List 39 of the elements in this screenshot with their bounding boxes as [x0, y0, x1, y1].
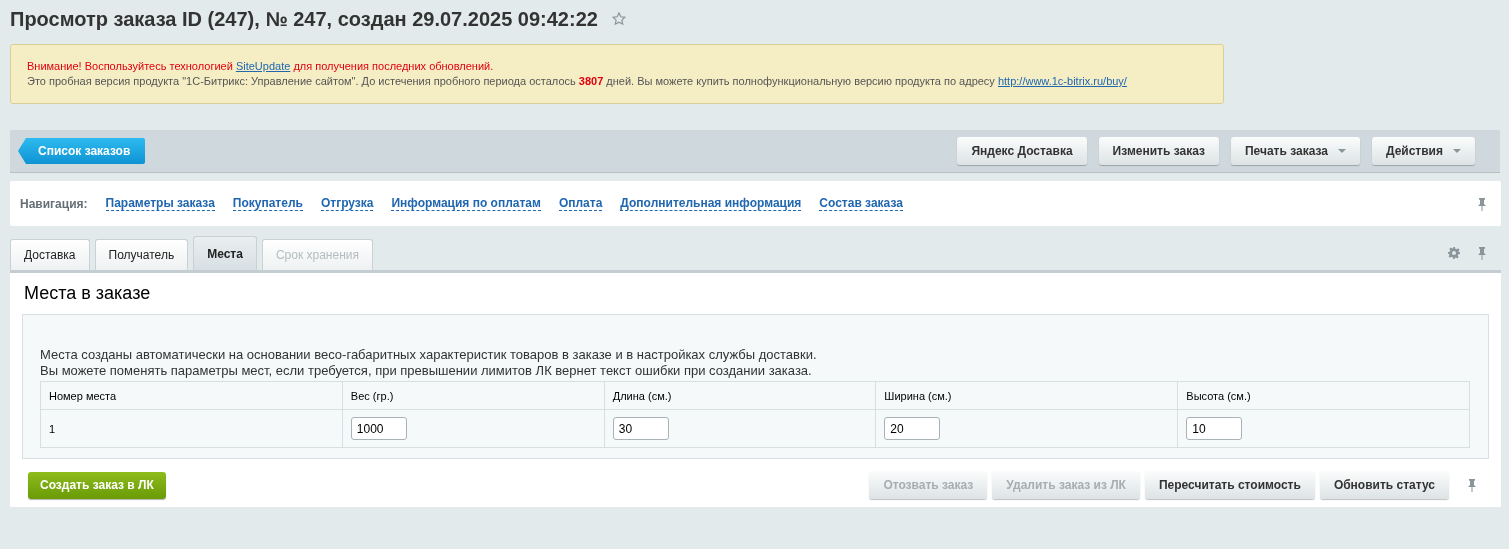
notice-link[interactable]: SiteUpdate	[235, 60, 291, 72]
notice-link[interactable]: http://www.1c-bitrix.ru/buy/	[997, 75, 1127, 87]
tab[interactable]: Доставка	[10, 239, 90, 270]
action-button[interactable]: Обновить статус	[1319, 471, 1449, 499]
navigation-link[interactable]: Покупатель	[232, 196, 303, 211]
column-header: Вес (гр.)	[342, 381, 605, 410]
tab[interactable]: Получатель	[94, 239, 189, 270]
navigation-link[interactable]: Информация по оплатам	[391, 196, 541, 211]
navigation-link[interactable]: Дополнительная информация	[620, 196, 802, 211]
input-field[interactable]: 20	[884, 417, 941, 440]
toolbar-button[interactable]: Печать заказа	[1230, 137, 1360, 165]
column-header: Номер места	[40, 381, 343, 410]
navigation-link[interactable]: Оплата	[558, 196, 603, 211]
navigation-link[interactable]: Параметры заказа	[105, 196, 215, 211]
description-text: Вы можете поменять параметры мест, если требуется, при превышении лимитов ЛК вернет текст ошибки при создании заказа.	[40, 363, 813, 379]
table-cell: 1	[40, 409, 343, 448]
input-field[interactable]: 1000	[350, 417, 407, 440]
notice-text: Это пробная версия продукта "1С-Битрикс: Управление сайтом". До истечения пробного периода осталось 3807 дней. Вы можете купить полнофункциональную версию продукта по адресу http://www.1c-bitrix.ru/buy/	[27, 74, 1128, 89]
column-header: Высота (см.)	[1177, 381, 1470, 410]
toolbar-button[interactable]: Яндекс Доставка	[957, 137, 1087, 165]
section-title: Места в заказе	[24, 283, 152, 304]
navigation-label: Навигация:	[20, 196, 88, 211]
navigation-link[interactable]: Отгрузка	[320, 196, 374, 211]
toolbar-button[interactable]: Изменить заказ	[1098, 137, 1219, 165]
star-icon[interactable]	[611, 12, 626, 26]
caret-icon	[1453, 149, 1461, 153]
tab[interactable]: Места	[193, 236, 257, 270]
page-title: Просмотр заказа ID (247), № 247, создан 29.07.2025 09:42:22	[10, 7, 598, 31]
input-field[interactable]: 10	[1186, 417, 1243, 440]
notice-text: Внимание! Воспользуйтесь технологией SiteUpdate для получения последних обновлений.	[27, 59, 495, 74]
navigation-link[interactable]: Состав заказа	[819, 196, 903, 211]
settings-icon[interactable]	[1447, 246, 1461, 260]
description-text: Места созданы автоматически на основании весо-габаритных характеристик товаров в заказе и в настройках службы доставки.	[40, 347, 818, 363]
action-button[interactable]: Пересчитать стоимость	[1144, 471, 1315, 499]
column-header: Ширина (см.)	[875, 381, 1178, 410]
toolbar-button[interactable]: Действия	[1371, 137, 1475, 165]
caret-icon	[1337, 149, 1346, 153]
column-header: Длина (см.)	[604, 381, 876, 410]
input-field[interactable]: 30	[612, 417, 669, 440]
